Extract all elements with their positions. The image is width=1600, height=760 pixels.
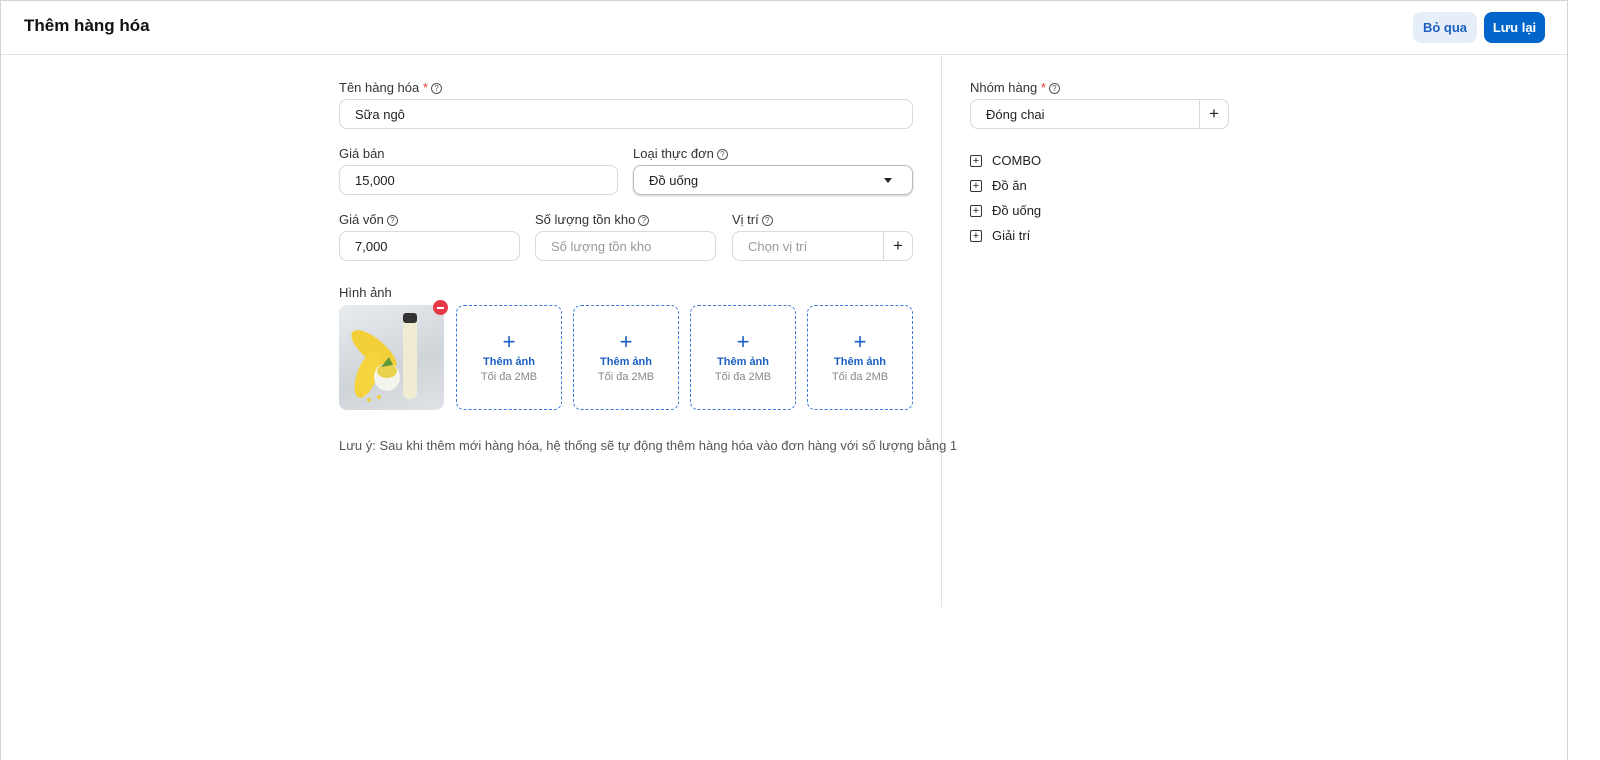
corn-milk-image — [351, 313, 417, 402]
menu-type-select[interactable]: Đồ uống — [633, 165, 913, 195]
group-value: Đóng chai — [986, 106, 1045, 122]
tree-label: Giải trí — [992, 228, 1031, 243]
stock-label: Số lượng tồn kho? — [535, 212, 650, 227]
help-icon[interactable]: ? — [638, 215, 650, 226]
plus-icon: + — [619, 329, 633, 354]
required-mark: * — [1040, 80, 1046, 95]
add-image-slot[interactable]: + Thêm ảnh Tối đa 2MB — [573, 305, 679, 410]
menu-type-value: Đồ uống — [649, 172, 699, 188]
label-text: Vị trí — [732, 212, 759, 227]
tree-item-do-an[interactable]: + Đồ ăn — [970, 178, 1027, 193]
remove-image-button[interactable] — [433, 300, 448, 315]
price-input[interactable]: 15,000 — [339, 165, 618, 195]
images-label: Hình ảnh — [339, 285, 392, 300]
note-text: Lưu ý: Sau khi thêm mới hàng hóa, hệ thố… — [339, 438, 958, 453]
tree-label: Đồ uống — [992, 203, 1042, 218]
slot-title: Thêm ảnh — [717, 356, 769, 368]
slot-hint: Tối đa 2MB — [831, 371, 889, 383]
slot-title: Thêm ảnh — [834, 356, 886, 368]
help-icon[interactable]: ? — [430, 83, 442, 94]
slot-title: Thêm ảnh — [483, 356, 535, 368]
tree-item-giai-tri[interactable]: + Giải trí — [970, 228, 1030, 243]
plus-icon: + — [502, 329, 516, 354]
slot-title: Thêm ảnh — [600, 356, 652, 368]
help-icon[interactable]: ? — [1048, 83, 1060, 94]
expand-icon[interactable]: + — [970, 229, 982, 242]
required-mark: * — [422, 80, 428, 95]
add-location-button[interactable]: + — [883, 232, 912, 260]
expand-icon[interactable]: + — [970, 179, 982, 192]
label-text: Số lượng tồn kho — [535, 212, 636, 227]
label-text: Nhóm hàng — [970, 80, 1038, 95]
help-icon[interactable]: ? — [761, 215, 773, 226]
slot-hint: Tối đa 2MB — [597, 371, 655, 383]
name-label: Tên hàng hóa *? — [339, 80, 442, 95]
tree-item-combo[interactable]: + COMBO — [970, 153, 1041, 168]
caret-down-icon — [884, 178, 892, 183]
skip-button[interactable]: Bỏ qua — [1413, 12, 1477, 43]
stock-placeholder: Số lượng tồn kho — [551, 238, 652, 254]
group-label: Nhóm hàng *? — [970, 80, 1060, 95]
slot-hint: Tối đa 2MB — [480, 371, 538, 383]
column-divider — [941, 56, 942, 607]
location-label: Vị trí? — [732, 212, 773, 227]
plus-icon: + — [736, 329, 750, 354]
location-input[interactable]: Chọn vị trí + — [732, 231, 913, 261]
add-image-slot[interactable]: + Thêm ảnh Tối đa 2MB — [456, 305, 562, 410]
add-group-button[interactable]: + — [1199, 100, 1228, 128]
add-image-slot[interactable]: + Thêm ảnh Tối đa 2MB — [690, 305, 796, 410]
stock-input[interactable]: Số lượng tồn kho — [535, 231, 716, 261]
label-text: Giá vốn — [339, 212, 384, 227]
page-title: Thêm hàng hóa — [24, 16, 150, 35]
price-value: 15,000 — [355, 172, 395, 188]
name-input[interactable]: Sữa ngô — [339, 99, 913, 129]
save-button[interactable]: Lưu lại — [1484, 12, 1545, 43]
help-icon[interactable]: ? — [386, 215, 398, 226]
plus-icon: + — [853, 329, 867, 354]
cost-label: Giá vốn? — [339, 212, 398, 227]
group-input[interactable]: Đóng chai + — [970, 99, 1229, 129]
location-placeholder: Chọn vị trí — [748, 238, 808, 254]
slot-hint: Tối đa 2MB — [714, 371, 772, 383]
label-text: Loại thực đơn — [633, 146, 714, 161]
tree-label: COMBO — [992, 153, 1042, 168]
name-value: Sữa ngô — [355, 106, 405, 122]
help-icon[interactable]: ? — [716, 149, 728, 160]
cost-value: 7,000 — [355, 238, 388, 254]
tree-label: Đồ ăn — [992, 178, 1027, 193]
menu-type-label: Loại thực đơn? — [633, 146, 728, 161]
product-image — [339, 305, 444, 410]
tree-item-do-uong[interactable]: + Đồ uống — [970, 203, 1041, 218]
price-label: Giá bán — [339, 146, 385, 161]
label-text: Tên hàng hóa — [339, 80, 420, 95]
cost-input[interactable]: 7,000 — [339, 231, 520, 261]
header: Thêm hàng hóa — [1, 1, 1567, 55]
expand-icon[interactable]: + — [970, 204, 982, 217]
add-image-slot[interactable]: + Thêm ảnh Tối đa 2MB — [807, 305, 913, 410]
expand-icon[interactable]: + — [970, 154, 982, 167]
